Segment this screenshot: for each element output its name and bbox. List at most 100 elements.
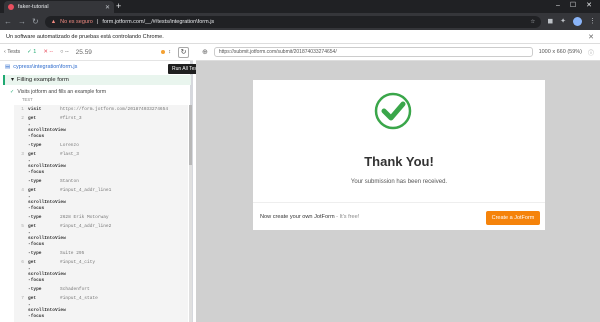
command-row[interactable]: -focus [14,240,188,249]
back-icon[interactable]: ← [4,17,12,26]
command-name: get [28,188,37,193]
create-jotform-button[interactable]: Create a JotForm [486,211,540,225]
command-row[interactable]: 1 visit https://form.jotform.com/201874033… [14,105,188,114]
duration: 25.59 [75,48,92,56]
command-row[interactable]: -focus [14,312,188,321]
aut-url[interactable]: https://submit.jotform.com/submit/201874… [213,47,533,57]
command-row[interactable]: -focus [14,168,188,177]
command-name: -type [28,287,42,292]
scroll-indicator-icon[interactable]: ↕ [168,49,171,55]
command-row[interactable]: -type 2628 Erik Motorway [14,213,188,222]
command-name: get [28,224,37,229]
command-name: get [28,296,37,301]
scrollbar-thumb[interactable] [189,105,192,165]
test-section-label: TEST [22,97,33,102]
spec-file-link[interactable]: ▤ cypress\integration\form.js [5,64,77,70]
command-row[interactable]: -type Suite 295 [14,249,188,258]
command-name: visit [28,107,42,112]
info-icon[interactable]: ⓘ [588,48,594,57]
command-number: 5 [21,224,24,229]
address-bar[interactable]: ▲ No es seguro | form.jotform.com/__/#/t… [44,15,542,28]
command-row[interactable]: -focus [14,132,188,141]
command-row[interactable]: -scrollIntoView [14,266,188,277]
selector-playground-icon[interactable]: ⊕ [202,48,208,56]
card-divider [253,202,545,203]
command-arg: #first_3 [60,116,82,121]
reporter-header: ‹ Tests ✓ 1 ✕ -- ○ -- 25.59 ↕ ↻ [0,44,193,61]
command-arg: Lorenzo [60,143,79,148]
spec-file-name: cypress\integration\form.js [13,64,78,70]
minimize-icon[interactable]: – [556,0,560,13]
command-number: 1 [21,107,24,112]
menu-icon[interactable]: ⋮ [589,17,596,26]
tab-close-icon[interactable]: ✕ [105,4,110,11]
command-row[interactable]: -scrollIntoView [14,230,188,241]
test-item[interactable]: ✓ Visits jotform and fills an example fo… [10,89,106,95]
command-arg: Suite 295 [60,251,85,256]
tab-title: faker-tutorial [18,4,49,10]
command-arg: https://form.jotform.com/201874033274654 [60,107,169,112]
browser-tab[interactable]: faker-tutorial ✕ [4,1,114,13]
command-name: get [28,260,37,265]
browser-toolbar: ← → ↻ ▲ No es seguro | form.jotform.com/… [0,13,600,30]
command-row[interactable]: -type Lorenzo [14,141,188,150]
extension-icon[interactable]: ◼ [547,17,553,26]
avatar[interactable] [573,17,582,26]
command-name: -type [28,143,42,148]
command-number: 4 [21,188,24,193]
command-number: 6 [21,260,24,265]
new-tab-icon[interactable]: + [116,1,121,12]
url-separator: | [96,18,99,25]
suite-title: Filling example form [16,77,69,83]
command-arg: #input_4_city [60,260,96,265]
insecure-label: No es seguro [60,18,93,25]
command-name: -scrollIntoView [28,266,66,277]
tests-button[interactable]: ‹ Tests [4,49,20,55]
command-row[interactable]: -scrollIntoView [14,195,188,205]
pass-check-icon: ✓ [10,89,15,95]
command-row[interactable]: -focus [14,276,188,285]
puzzle-icon[interactable]: ✦ [560,17,566,26]
command-arg: 2628 Erik Motorway [60,215,109,220]
command-row[interactable]: -scrollIntoView [14,302,188,313]
automation-infobar: Un software automatizado de pruebas está… [0,30,600,44]
command-arg: #input_4_addr_line2 [60,224,112,229]
command-name: -focus [28,134,45,139]
command-name: -scrollIntoView [28,122,66,133]
command-row[interactable]: -scrollIntoView [14,122,188,133]
command-row[interactable]: -focus [14,204,188,213]
aut-header: ⊕ https://submit.jotform.com/submit/2018… [196,44,600,61]
file-icon: ▤ [5,64,11,70]
running-indicator-icon [161,50,166,54]
pending-count: ○ -- [60,49,69,55]
forward-icon[interactable]: → [18,17,26,26]
test-title: Visits jotform and fills an example form [17,89,107,95]
maximize-icon[interactable]: ☐ [570,0,576,13]
command-row[interactable]: -type Schadenfort [14,285,188,294]
command-name: -type [28,215,42,220]
infobar-text: Un software automatizado de pruebas está… [6,33,164,40]
command-log: 1 visit https://form.jotform.com/201874033… [14,105,188,322]
command-name: -scrollIntoView [28,302,66,313]
command-row[interactable]: -scrollIntoView [14,159,188,169]
warning-icon: ▲ [50,18,57,25]
cypress-favicon-icon [8,4,14,10]
bookmark-star-icon[interactable]: ☆ [530,19,535,25]
window-controls: – ☐ ✕ [556,0,592,13]
close-infobar-icon[interactable]: ✕ [588,33,594,41]
create-free: - It's free! [334,214,360,220]
suite-header[interactable]: ▾ Filling example form [3,75,191,85]
rerun-icon[interactable]: ↻ [178,46,189,58]
status-indicators: ↕ [161,49,171,55]
command-name: get [28,152,37,157]
passed-count: ✓ 1 [27,49,37,55]
command-row[interactable]: -type Stanton [14,177,188,186]
command-arg: Stanton [60,179,79,184]
command-arg: #last_3 [60,152,79,157]
command-name: -focus [28,278,45,283]
command-name: -scrollIntoView [28,230,66,241]
create-text: Now create your own JotForm [260,214,335,220]
command-name: -type [28,179,42,184]
reload-icon[interactable]: ↻ [32,17,39,26]
close-window-icon[interactable]: ✕ [586,0,592,13]
